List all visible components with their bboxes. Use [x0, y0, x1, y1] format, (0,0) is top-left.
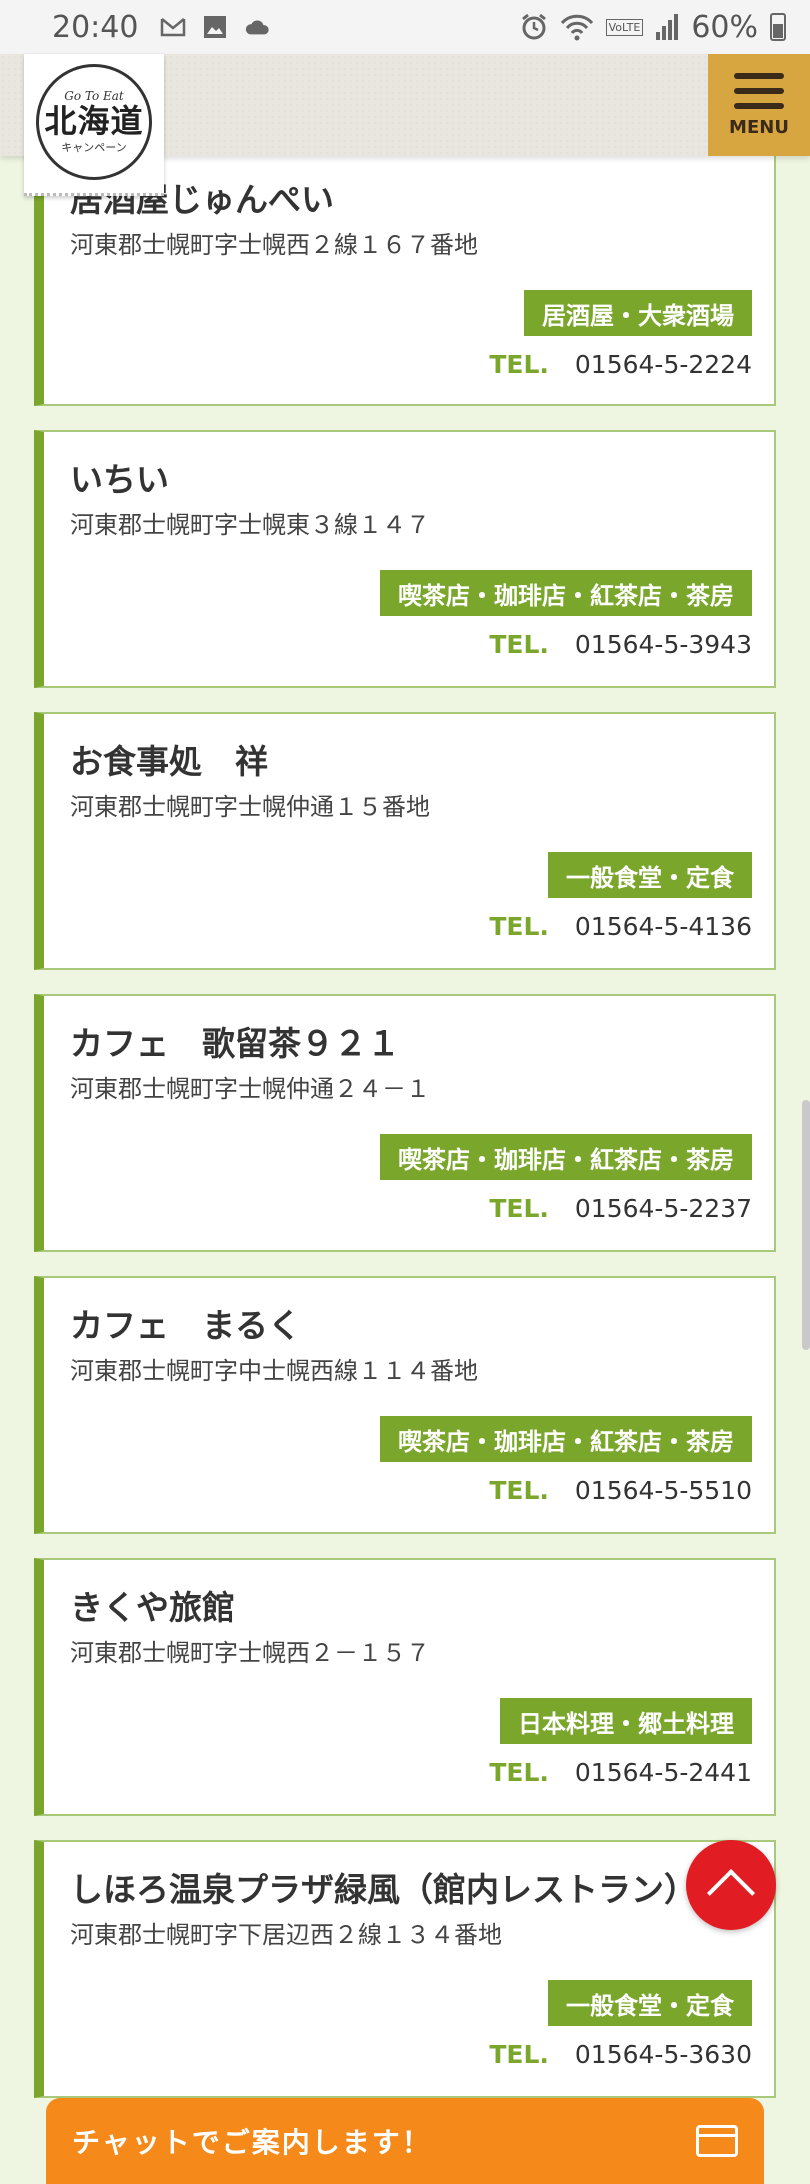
menu-button[interactable]: MENU: [708, 54, 810, 156]
restaurant-card[interactable]: しほろ温泉プラザ緑風（館内レストラン） 河東郡士幌町字下居辺西２線１３４番地 一…: [34, 1840, 776, 2098]
tel-label: TEL.: [489, 1476, 549, 1505]
restaurant-address: 河東郡士幌町字士幌西２－１５７: [70, 1639, 430, 1667]
category-badge: 喫茶店・珈琲店・紅茶店・茶房: [380, 570, 752, 616]
category-badge: 日本料理・郷土料理: [500, 1698, 752, 1744]
site-logo-link[interactable]: Go To Eat 北海道 キャンペーン: [24, 54, 164, 196]
restaurant-card[interactable]: カフェ まるく 河東郡士幌町字中士幌西線１１４番地 喫茶店・珈琲店・紅茶店・茶房…: [34, 1276, 776, 1534]
cloud-icon: [246, 20, 270, 35]
logo-main-text: 北海道: [44, 102, 144, 140]
page-scrollbar[interactable]: [802, 1100, 810, 1350]
hamburger-icon: [734, 72, 784, 109]
logo-top-text: Go To Eat: [64, 89, 124, 103]
restaurant-name: カフェ まるく: [70, 1306, 301, 1345]
wifi-icon: [560, 14, 593, 41]
status-bar: 20:40 VoLTE 60%: [0, 0, 810, 54]
volte-icon: VoLTE: [605, 18, 644, 36]
restaurant-tel: TEL. 01564-5-3630: [489, 2040, 752, 2069]
category-badge: 喫茶店・珈琲店・紅茶店・茶房: [380, 1134, 752, 1180]
restaurant-address: 河東郡士幌町字下居辺西２線１３４番地: [70, 1921, 502, 1949]
category-badge: 一般食堂・定食: [548, 852, 752, 898]
restaurant-tel: TEL. 01564-5-2237: [489, 1194, 752, 1223]
category-badge: 居酒屋・大衆酒場: [524, 290, 752, 336]
tel-label: TEL.: [489, 630, 549, 659]
battery-icon: [770, 13, 786, 41]
logo-bottom-text: キャンペーン: [61, 141, 127, 154]
restaurant-name: きくや旅館: [70, 1588, 235, 1627]
page-top-button[interactable]: [686, 1840, 776, 1930]
chat-window-icon[interactable]: [696, 2125, 738, 2157]
chat-bar[interactable]: チャットでご案内します！: [46, 2098, 764, 2184]
restaurant-address: 河東郡士幌町字士幌東３線１４７: [70, 511, 430, 539]
tel-label: TEL.: [489, 1758, 549, 1787]
go-to-eat-hokkaido-logo: Go To Eat 北海道 キャンペーン: [36, 64, 152, 180]
restaurant-tel: TEL. 01564-5-4136: [489, 912, 752, 941]
tel-number[interactable]: 01564-5-3630: [575, 2040, 752, 2069]
restaurant-tel: TEL. 01564-5-2224: [489, 350, 752, 379]
restaurant-card[interactable]: カフェ 歌留茶９２１ 河東郡士幌町字士幌仲通２４－１ 喫茶店・珈琲店・紅茶店・茶…: [34, 994, 776, 1252]
gmail-icon: [161, 18, 186, 37]
tel-number[interactable]: 01564-5-4136: [575, 912, 752, 941]
signal-icon: [656, 14, 679, 40]
restaurant-card[interactable]: きくや旅館 河東郡士幌町字士幌西２－１５７ 日本料理・郷土料理 TEL. 0156…: [34, 1558, 776, 1816]
restaurant-address: 河東郡士幌町字士幌仲通１５番地: [70, 793, 430, 821]
tel-number[interactable]: 01564-5-5510: [575, 1476, 752, 1505]
restaurant-card[interactable]: いちい 河東郡士幌町字士幌東３線１４７ 喫茶店・珈琲店・紅茶店・茶房 TEL. 0…: [34, 430, 776, 688]
restaurant-tel: TEL. 01564-5-3943: [489, 630, 752, 659]
tel-label: TEL.: [489, 1194, 549, 1223]
restaurant-name: いちい: [70, 460, 169, 499]
chat-text: チャットでご案内します！: [72, 2126, 432, 2159]
restaurant-tel: TEL. 01564-5-2441: [489, 1758, 752, 1787]
restaurant-address: 河東郡士幌町字中士幌西線１１４番地: [70, 1357, 478, 1385]
tel-label: TEL.: [489, 2040, 549, 2069]
status-time: 20:40: [52, 9, 139, 45]
restaurant-list: 居酒屋じゅんぺい 河東郡士幌町字士幌西２線１６７番地 居酒屋・大衆酒場 TEL.…: [34, 150, 776, 2122]
menu-label: MENU: [729, 116, 789, 138]
alarm-icon: [521, 13, 546, 40]
restaurant-tel: TEL. 01564-5-5510: [489, 1476, 752, 1505]
restaurant-name: 居酒屋じゅんぺい: [70, 180, 334, 219]
chevron-up-icon: [706, 1868, 756, 1918]
category-badge: 喫茶店・珈琲店・紅茶店・茶房: [380, 1416, 752, 1462]
image-icon: [204, 16, 227, 38]
tel-label: TEL.: [489, 912, 549, 941]
tel-number[interactable]: 01564-5-2237: [575, 1194, 752, 1223]
restaurant-name: しほろ温泉プラザ緑風（館内レストラン）: [70, 1870, 697, 1909]
tel-label: TEL.: [489, 350, 549, 379]
restaurant-card[interactable]: お食事処 祥 河東郡士幌町字士幌仲通１５番地 一般食堂・定食 TEL. 01564…: [34, 712, 776, 970]
tel-number[interactable]: 01564-5-2224: [575, 350, 752, 379]
category-badge: 一般食堂・定食: [548, 1980, 752, 2026]
tel-number[interactable]: 01564-5-2441: [575, 1758, 752, 1787]
battery-percent: 60%: [691, 9, 758, 45]
tel-number[interactable]: 01564-5-3943: [575, 630, 752, 659]
restaurant-address: 河東郡士幌町字士幌仲通２４－１: [70, 1075, 430, 1103]
restaurant-name: お食事処 祥: [70, 742, 268, 781]
restaurant-name: カフェ 歌留茶９２１: [70, 1024, 400, 1063]
restaurant-address: 河東郡士幌町字士幌西２線１６７番地: [70, 231, 478, 259]
